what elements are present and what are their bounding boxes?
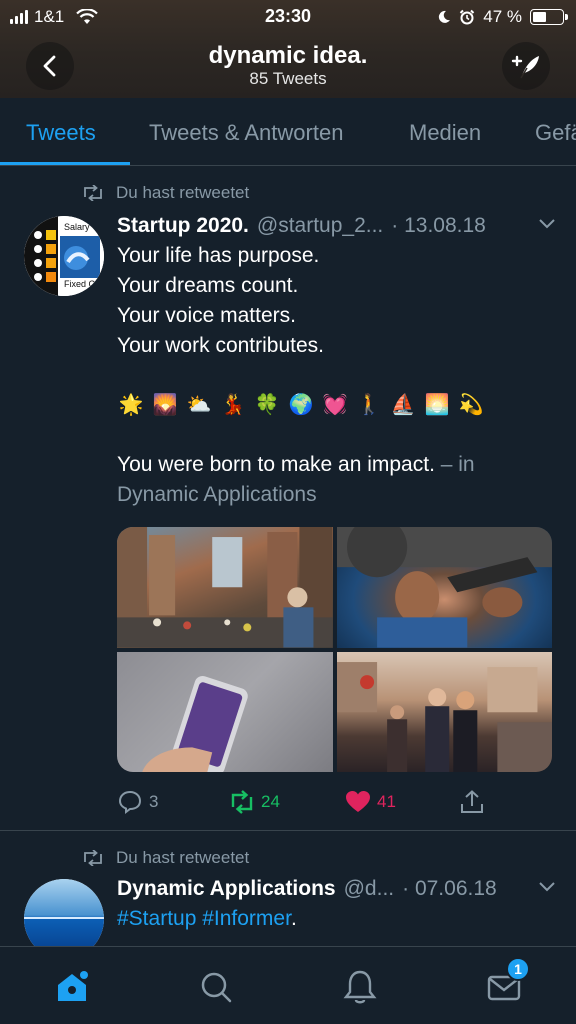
battery-percent: 47 % <box>483 7 522 26</box>
tweet-punctuation: . <box>290 907 297 930</box>
battery-icon <box>530 9 568 25</box>
tweet-actions: 3 24 41 <box>117 790 557 816</box>
retweet-label: Du hast retweetet <box>116 848 250 867</box>
emoji: 💃 <box>220 393 246 416</box>
tweet-line: Your work contributes. <box>117 334 324 357</box>
compose-feather-icon <box>511 55 539 79</box>
profile-name: dynamic idea. <box>208 42 368 69</box>
reply-count: 3 <box>149 792 159 811</box>
bottom-navigation: 1 <box>0 946 576 1024</box>
emoji: 🚶 <box>356 393 382 416</box>
media-grid <box>117 527 552 772</box>
source-app-link[interactable]: Dynamic Applications <box>117 483 317 506</box>
emoji: 🌍 <box>288 393 314 416</box>
emoji: 🌟 <box>118 393 144 416</box>
retweet-label: Du hast retweetet <box>116 183 250 202</box>
street-photo[interactable] <box>117 527 333 648</box>
retweet-icon <box>231 790 253 814</box>
nav-search[interactable] <box>196 967 236 1007</box>
tab-tweets[interactable]: Tweets <box>26 120 96 146</box>
emoji: 💫 <box>458 393 484 416</box>
author-name[interactable]: Startup 2020. <box>117 214 249 238</box>
search-icon <box>201 972 232 1003</box>
author-name[interactable]: Dynamic Applications <box>117 877 336 901</box>
share-icon <box>461 790 483 813</box>
like-action[interactable]: 41 <box>345 790 396 814</box>
mechanic-photo-art <box>336 527 552 648</box>
retweet-context: Du hast retweetet <box>82 848 249 868</box>
tweet-date[interactable]: · 13.08.18 <box>391 214 486 238</box>
in-label: – in <box>440 453 475 476</box>
notifications-bell-icon <box>343 970 377 1004</box>
retweet-small-icon <box>84 850 102 866</box>
tweet-body: #Startup #Informer. <box>117 904 557 934</box>
crowd-photo[interactable] <box>336 651 552 772</box>
tweet-line: Your life has purpose. <box>117 244 320 267</box>
tweet-footer-text: You were born to make an impact. – in Dy… <box>117 450 557 510</box>
tab-media[interactable]: Medien <box>409 120 481 146</box>
chevron-down-icon[interactable] <box>538 218 556 230</box>
emoji: 🍀 <box>254 393 280 416</box>
phone-photo[interactable] <box>117 651 333 772</box>
nav-messages[interactable]: 1 <box>484 957 530 1007</box>
emoji: 💓 <box>322 393 348 416</box>
chevron-down-icon[interactable] <box>538 881 556 893</box>
nav-notifications[interactable] <box>340 967 380 1007</box>
nav-home[interactable] <box>52 967 92 1007</box>
messages-badge: 1 <box>506 957 530 981</box>
retweet-action[interactable]: 24 <box>229 790 280 814</box>
hashtag-links[interactable]: #Startup #Informer <box>117 907 291 930</box>
author-handle[interactable]: @startup_2... <box>257 214 383 238</box>
emoji: ⛵ <box>390 393 416 416</box>
tweet-dynamic-applications[interactable]: Du hast retweetet Dynamic Applications @… <box>0 831 576 959</box>
heart-filled-icon <box>346 791 370 812</box>
tweet-header: Startup 2020. @startup_2... · 13.08.18 <box>117 214 556 238</box>
tweet-date[interactable]: · 07.06.18 <box>402 877 497 901</box>
crowd-photo-art <box>336 661 552 772</box>
active-tab-indicator <box>0 162 130 165</box>
profile-tabs: Tweets Tweets & Antworten Medien Gefä <box>0 98 576 166</box>
profile-header: 1&1 23:30 47 % dynamic idea. 85 Tweets <box>0 0 576 98</box>
author-handle[interactable]: @d... <box>344 877 395 901</box>
status-bar: 1&1 23:30 47 % <box>0 0 576 34</box>
emoji: 🌅 <box>424 393 450 416</box>
emoji: ⛅ <box>186 393 212 416</box>
street-photo-art <box>117 527 333 648</box>
tab-likes[interactable]: Gefä <box>535 120 576 146</box>
moon-icon <box>439 10 451 23</box>
tweet-line: Your voice matters. <box>117 304 296 327</box>
share-action[interactable] <box>459 790 485 814</box>
avatar-label-bottom: Fixed C <box>64 279 96 289</box>
reply-icon <box>118 790 142 814</box>
compose-tweet-button[interactable] <box>502 42 550 90</box>
battery-level <box>533 12 547 22</box>
retweet-context: Du hast retweetet <box>82 183 249 203</box>
tweet-line: Your dreams count. <box>117 274 299 297</box>
avatar[interactable]: Salary Fixed C <box>24 216 104 296</box>
status-right: 47 % <box>437 7 568 27</box>
phone-photo-art <box>142 675 248 772</box>
retweet-small-icon <box>84 185 102 201</box>
emoji-row: 🌟 🌄 ⛅ 💃 🍀 🌍 💓 🚶 ⛵ 🌅 💫 <box>117 390 485 418</box>
alarm-clock-icon <box>460 9 475 25</box>
tweet-header: Dynamic Applications @d... · 07.06.18 <box>117 877 556 901</box>
like-count: 41 <box>377 792 396 811</box>
home-icon <box>58 971 88 1001</box>
retweet-count: 24 <box>261 792 280 811</box>
mechanic-photo[interactable] <box>336 527 552 648</box>
tab-tweets-and-replies[interactable]: Tweets & Antworten <box>149 120 343 146</box>
tweet-body: Your life has purpose. Your dreams count… <box>117 241 557 361</box>
avatar-label-top: Salary <box>64 222 90 232</box>
impact-text: You were born to make an impact. <box>117 453 435 476</box>
tweet-count: 85 Tweets <box>249 69 327 88</box>
reply-action[interactable]: 3 <box>117 790 158 814</box>
emoji: 🌄 <box>152 393 178 416</box>
